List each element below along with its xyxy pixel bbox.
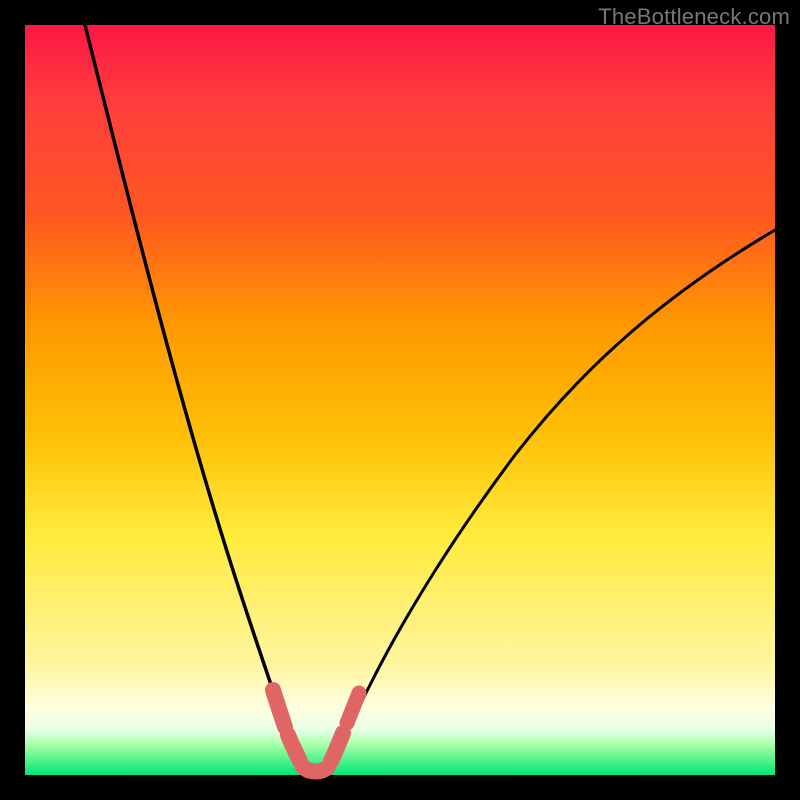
highlight-right-upper	[347, 693, 359, 723]
highlight-right-lower	[331, 733, 343, 761]
watermark-text: TheBottleneck.com	[598, 4, 790, 30]
chart-svg	[25, 25, 775, 775]
chart-container: TheBottleneck.com	[0, 0, 800, 800]
left-curve	[85, 25, 306, 771]
right-curve	[325, 230, 775, 771]
